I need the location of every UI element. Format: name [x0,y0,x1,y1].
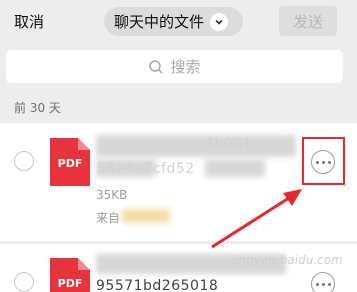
watermark: jingyan.baidu.com [232,253,343,267]
annotation-arrow [211,189,302,249]
